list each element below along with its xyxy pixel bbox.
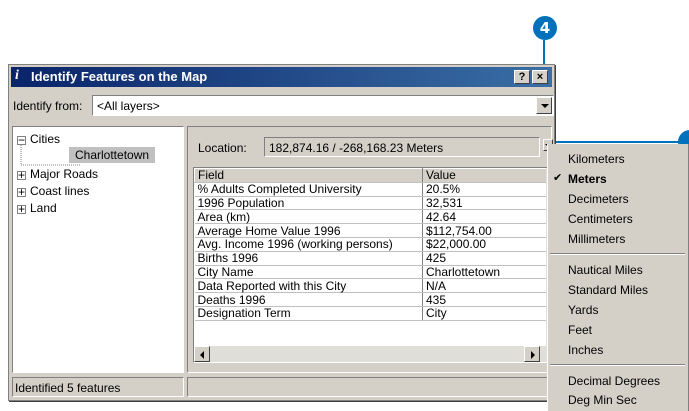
table-row[interactable]: Average Home Value 1996 $112,754.00: [194, 223, 549, 238]
field-cell: Births 1996: [194, 251, 423, 266]
field-cell: City Name: [194, 265, 423, 280]
field-cell: 1996 Population: [194, 196, 423, 211]
table-row[interactable]: City Name Charlottetown: [194, 265, 549, 280]
horizontal-scrollbar[interactable]: [194, 346, 552, 362]
value-cell: N/A: [422, 278, 549, 294]
table-row[interactable]: Data Reported with this City N/A: [194, 278, 549, 294]
check-icon: ✔: [553, 172, 563, 184]
attribute-table: Field Value % Adults Completed Universit…: [194, 168, 549, 321]
info-icon: i: [15, 68, 19, 83]
menu-item-millimeters[interactable]: Millimeters: [568, 232, 625, 246]
identify-dropdown-button[interactable]: [536, 97, 552, 114]
menu-item-meters[interactable]: Meters: [568, 172, 607, 186]
tree-item-charlottetown[interactable]: Charlottetown: [69, 147, 156, 163]
table-row[interactable]: Avg. Income 1996 (working persons) $22,00…: [194, 237, 549, 252]
identify-from-label: Identify from:: [13, 99, 83, 113]
menu-item-nautical-miles[interactable]: Nautical Miles: [568, 263, 643, 277]
table-row[interactable]: Births 1996 425: [194, 251, 549, 266]
attribute-grid[interactable]: Field Value % Adults Completed Universit…: [193, 167, 553, 363]
value-cell: 435: [422, 292, 549, 307]
value-cell: City: [422, 306, 549, 321]
field-cell: Average Home Value 1996: [194, 223, 423, 238]
help-button[interactable]: ?: [514, 70, 530, 84]
window-title: Identify Features on the Map: [31, 69, 208, 84]
field-cell: Data Reported with this City: [194, 278, 423, 294]
identify-window: i Identify Features on the Map ? × Ident…: [8, 64, 555, 401]
value-cell: 32,531: [422, 196, 549, 211]
scroll-right-button[interactable]: [524, 346, 540, 362]
menu-item-feet[interactable]: Feet: [568, 323, 592, 337]
scroll-left-button[interactable]: [194, 346, 210, 362]
tree-item-major-roads[interactable]: Major Roads: [30, 167, 98, 181]
expand-icon[interactable]: +: [17, 169, 26, 181]
field-cell: Deaths 1996: [194, 292, 423, 307]
field-cell: Designation Term: [194, 306, 423, 321]
title-bar: i Identify Features on the Map ? ×: [11, 67, 552, 87]
status-text: Identified 5 features: [15, 381, 121, 395]
menu-item-decimal-degrees[interactable]: Decimal Degrees: [568, 374, 660, 388]
menu-item-decimeters[interactable]: Decimeters: [568, 192, 629, 206]
value-cell: $112,754.00: [422, 223, 549, 238]
column-header-field[interactable]: Field: [194, 168, 423, 183]
menu-item-yards[interactable]: Yards: [568, 303, 598, 317]
arrow-right-icon: [531, 351, 535, 359]
menu-separator: [550, 364, 685, 366]
details-pane: Location: 182,874.16 / -268,168.23 Meter…: [187, 126, 553, 373]
column-header-value[interactable]: Value: [422, 168, 549, 183]
table-row[interactable]: 1996 Population 32,531: [194, 196, 549, 211]
tree-item-coast-lines[interactable]: Coast lines: [30, 184, 89, 198]
menu-item-inches[interactable]: Inches: [568, 343, 603, 357]
identify-from-select[interactable]: <All layers>: [92, 95, 554, 116]
table-row[interactable]: Designation Term City: [194, 306, 549, 321]
tree-item-land[interactable]: Land: [30, 201, 57, 215]
location-label: Location:: [198, 141, 247, 155]
value-cell: 425: [422, 251, 549, 266]
identify-from-value: <All layers>: [97, 99, 160, 113]
value-cell: 42.64: [422, 209, 549, 225]
table-row[interactable]: Deaths 1996 435: [194, 292, 549, 307]
layer-tree[interactable]: − Cities Charlottetown + Major Roads + C…: [12, 126, 184, 373]
close-button[interactable]: ×: [532, 70, 548, 84]
value-cell: Charlottetown: [422, 265, 549, 280]
location-value: 182,874.16 / -268,168.23 Meters: [269, 141, 444, 155]
value-cell: 20.5%: [422, 182, 549, 197]
chevron-down-icon: [541, 104, 549, 108]
field-cell: Area (km): [194, 209, 423, 225]
value-cell: $22,000.00: [422, 237, 549, 252]
table-row[interactable]: % Adults Completed University 20.5%: [194, 182, 549, 197]
location-field: 182,874.16 / -268,168.23 Meters: [264, 137, 540, 157]
expand-icon[interactable]: +: [17, 203, 26, 215]
units-menu: Kilometers ✔ Meters Decimeters Centimete…: [547, 144, 689, 411]
menu-item-deg-min-sec[interactable]: Deg Min Sec: [568, 393, 637, 407]
status-bar-secondary: [187, 377, 552, 397]
field-cell: % Adults Completed University: [194, 182, 423, 197]
status-bar: Identified 5 features: [12, 377, 184, 397]
callout-4: 4: [533, 16, 557, 40]
table-row[interactable]: Area (km) 42.64: [194, 209, 549, 225]
menu-item-centimeters[interactable]: Centimeters: [568, 212, 633, 226]
field-cell: Avg. Income 1996 (working persons): [194, 237, 423, 252]
menu-item-standard-miles[interactable]: Standard Miles: [568, 283, 648, 297]
menu-separator: [550, 253, 685, 255]
expand-icon[interactable]: +: [17, 186, 26, 198]
menu-item-kilometers[interactable]: Kilometers: [568, 152, 625, 166]
arrow-left-icon: [200, 351, 204, 359]
